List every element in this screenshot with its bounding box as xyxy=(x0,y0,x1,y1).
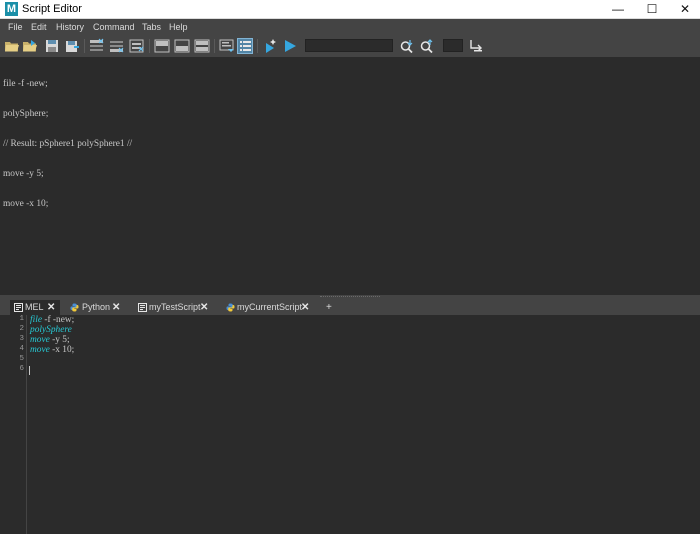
menu-file[interactable]: File xyxy=(8,22,23,32)
clear-all-icon[interactable] xyxy=(129,38,145,54)
add-tab-button[interactable]: + xyxy=(326,300,332,315)
code-line: file -f -new; xyxy=(30,315,74,325)
close-button[interactable]: ✕ xyxy=(670,0,700,19)
history-line: move -x 10; xyxy=(3,199,49,209)
search-up-icon[interactable] xyxy=(419,38,435,54)
save-to-shelf-icon[interactable] xyxy=(64,38,80,54)
toolbar-separator xyxy=(214,39,215,53)
tab-label: myCurrentScript xyxy=(237,302,303,312)
minimize-button[interactable]: — xyxy=(603,0,633,19)
tab-mycurrentscript[interactable]: myCurrentScript ✕ xyxy=(222,300,318,315)
code-keyword: polySphere xyxy=(30,325,72,335)
window-title: Script Editor xyxy=(22,3,82,15)
script-editor-window: M Script Editor — ☐ ✕ File Edit History … xyxy=(0,0,700,534)
toolbar-separator xyxy=(149,39,150,53)
splitter-grip[interactable] xyxy=(320,296,380,298)
show-both-icon[interactable] xyxy=(194,38,210,54)
menu-edit[interactable]: Edit xyxy=(31,22,47,32)
code-keyword: move xyxy=(30,345,50,355)
history-line: polySphere; xyxy=(3,109,49,119)
menu-help[interactable]: Help xyxy=(169,22,188,32)
menu-tabs[interactable]: Tabs xyxy=(142,22,161,32)
show-input-icon[interactable] xyxy=(174,38,190,54)
tab-close-icon[interactable]: ✕ xyxy=(47,300,55,315)
history-result-line: // Result: pSphere1 polySphere1 // xyxy=(3,139,133,149)
goto-line-icon[interactable] xyxy=(468,38,484,54)
code-args: -y 5; xyxy=(49,335,70,345)
menu-bar: File Edit History Command Tabs Help xyxy=(0,19,700,36)
tab-python[interactable]: Python ✕ xyxy=(67,300,123,315)
menu-command[interactable]: Command xyxy=(93,22,135,32)
tab-mel[interactable]: MEL ✕ xyxy=(10,300,60,315)
title-bar[interactable]: M Script Editor — ☐ ✕ xyxy=(0,0,700,19)
line-number: 4 xyxy=(19,345,24,353)
line-number: 2 xyxy=(19,325,24,333)
source-script-icon[interactable] xyxy=(22,38,38,54)
menu-history[interactable]: History xyxy=(56,22,84,32)
open-script-icon[interactable] xyxy=(4,38,20,54)
echo-all-commands-icon[interactable] xyxy=(219,38,235,54)
code-keyword: move xyxy=(30,335,50,345)
tab-close-icon[interactable]: ✕ xyxy=(301,300,309,315)
script-tab-bar: MEL ✕ Python ✕ myTestScript ✕ myCurrentS… xyxy=(0,299,700,315)
clear-input-icon[interactable] xyxy=(109,38,125,54)
python-icon xyxy=(70,303,79,312)
code-args: -f -new; xyxy=(41,315,75,325)
code-args: -x 10; xyxy=(49,345,75,355)
show-history-icon[interactable] xyxy=(154,38,170,54)
maximize-button[interactable]: ☐ xyxy=(637,0,667,19)
maya-app-icon: M xyxy=(5,2,18,16)
history-line: move -y 5; xyxy=(3,169,44,179)
execute-all-icon[interactable] xyxy=(282,38,298,54)
mel-icon xyxy=(14,303,23,312)
history-output: file -f -new; polySphere; // Result: pSp… xyxy=(3,59,132,229)
tab-label: Python xyxy=(82,302,111,312)
line-number: 6 xyxy=(19,365,24,373)
tab-close-icon[interactable]: ✕ xyxy=(112,300,120,315)
toolbar xyxy=(0,36,700,57)
tab-label: myTestScript xyxy=(149,302,201,312)
script-input-editor[interactable]: 1 2 3 4 5 6 file -f -new; polySphere mov… xyxy=(0,315,700,534)
code-line: polySphere xyxy=(30,325,72,335)
goto-line-field[interactable] xyxy=(443,39,463,52)
history-pane[interactable]: file -f -new; polySphere; // Result: pSp… xyxy=(0,57,700,295)
code-keyword: file xyxy=(30,315,42,325)
search-down-icon[interactable] xyxy=(399,38,415,54)
line-number: 5 xyxy=(19,355,24,363)
code-line: move -y 5; xyxy=(30,335,70,345)
toolbar-separator xyxy=(84,39,85,53)
tab-close-icon[interactable]: ✕ xyxy=(200,300,208,315)
mel-icon xyxy=(138,303,147,312)
line-number: 1 xyxy=(19,315,24,323)
execute-selected-icon[interactable] xyxy=(262,38,278,54)
code-line: move -x 10; xyxy=(30,345,74,355)
search-field[interactable] xyxy=(305,39,393,52)
line-number-gutter: 1 2 3 4 5 6 xyxy=(0,315,27,534)
python-icon xyxy=(226,303,235,312)
text-caret xyxy=(29,366,30,375)
line-number: 3 xyxy=(19,335,24,343)
save-script-icon[interactable] xyxy=(44,38,60,54)
tab-label: MEL xyxy=(25,302,44,312)
history-line: file -f -new; xyxy=(3,79,48,89)
tab-mytestscript[interactable]: myTestScript ✕ xyxy=(135,300,215,315)
show-line-numbers-icon[interactable] xyxy=(237,38,253,54)
toolbar-separator xyxy=(257,39,258,53)
clear-history-icon[interactable] xyxy=(89,38,105,54)
